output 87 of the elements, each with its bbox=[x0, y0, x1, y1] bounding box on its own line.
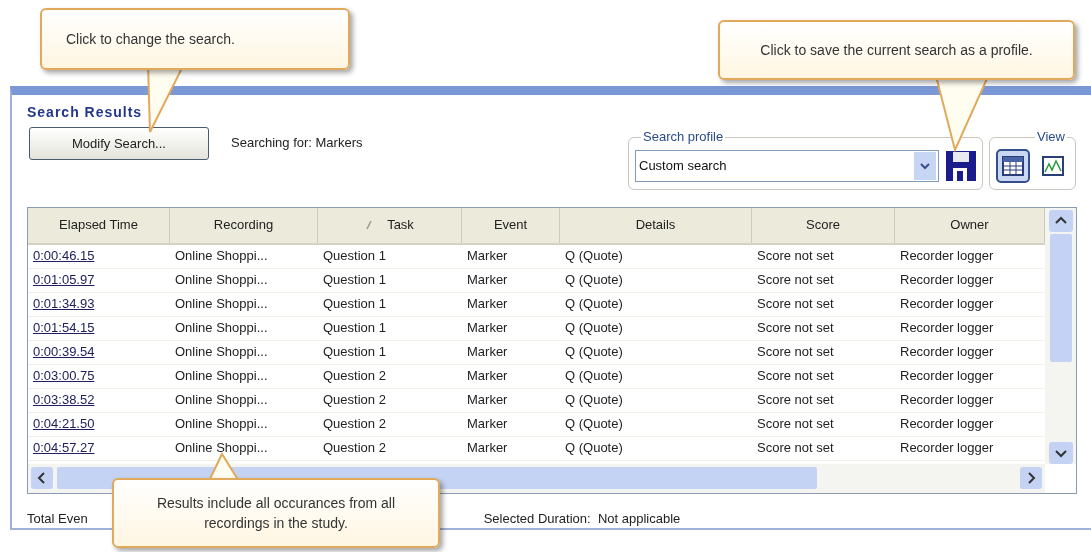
table-cell: Online Shoppi... bbox=[175, 344, 268, 360]
table-cell: Online Shoppi... bbox=[175, 392, 268, 408]
table-cell: Marker bbox=[467, 416, 508, 432]
table-cell: Q (Quote) bbox=[565, 440, 623, 456]
vertical-scrollbar[interactable] bbox=[1045, 207, 1076, 464]
table-cell: Recorder logger bbox=[900, 368, 994, 384]
column-header[interactable]: Details bbox=[560, 207, 752, 243]
table-cell: Online Shoppi... bbox=[175, 368, 268, 384]
table-cell: Question 1 bbox=[323, 248, 386, 264]
scroll-up-button[interactable] bbox=[1048, 209, 1073, 232]
table-cell: Q (Quote) bbox=[565, 296, 623, 312]
table-cell: Question 2 bbox=[323, 368, 386, 384]
modify-search-button[interactable]: Modify Search... bbox=[29, 127, 209, 160]
time-link[interactable]: 0:01:34.93 bbox=[33, 296, 95, 312]
search-status: Searching for: Markers bbox=[231, 134, 363, 152]
scroll-right-button[interactable] bbox=[1020, 467, 1042, 489]
table-cell: Recorder logger bbox=[900, 272, 994, 288]
total-events-label: Total Even bbox=[27, 509, 88, 528]
table-cell: Online Shoppi... bbox=[175, 416, 268, 432]
table-cell: Recorder logger bbox=[900, 416, 994, 432]
line-chart-icon bbox=[1042, 155, 1064, 176]
column-header[interactable]: Elapsed Time bbox=[28, 207, 170, 243]
time-link[interactable]: 0:00:46.15 bbox=[33, 248, 95, 264]
table-cell: Question 1 bbox=[323, 272, 386, 288]
table-cell: Recorder logger bbox=[900, 392, 994, 408]
table-cell: Marker bbox=[467, 344, 508, 360]
table-cell: Score not set bbox=[757, 368, 834, 384]
table-view-button[interactable] bbox=[996, 148, 1030, 183]
callout: Click to change the search. bbox=[40, 8, 350, 70]
table-cell: Marker bbox=[467, 296, 508, 312]
time-link[interactable]: 0:03:38.52 bbox=[33, 392, 95, 408]
table-cell: Online Shoppi... bbox=[175, 248, 268, 264]
table-cell: Question 1 bbox=[323, 344, 386, 360]
callout: Results include all occurances from all recordings in the study. bbox=[112, 478, 440, 548]
table-cell: Question 2 bbox=[323, 440, 386, 456]
table-cell: Score not set bbox=[757, 248, 834, 264]
callout: Click to save the current search as a profile. bbox=[718, 20, 1075, 80]
table-cell: Marker bbox=[467, 248, 508, 264]
time-link[interactable]: 0:03:00.75 bbox=[33, 368, 95, 384]
save-icon[interactable] bbox=[945, 149, 977, 182]
table-cell: Marker bbox=[467, 440, 508, 456]
table-cell: Q (Quote) bbox=[565, 272, 623, 288]
table-cell: Recorder logger bbox=[900, 320, 994, 336]
search-profile-dropdown[interactable]: Custom search bbox=[635, 149, 939, 182]
table-cell: Online Shoppi... bbox=[175, 296, 268, 312]
table-cell: Marker bbox=[467, 272, 508, 288]
scroll-down-button[interactable] bbox=[1048, 441, 1073, 464]
table-cell: Score not set bbox=[757, 344, 834, 360]
table-cell: Question 1 bbox=[323, 320, 386, 336]
time-link[interactable]: 0:01:05.97 bbox=[33, 272, 95, 288]
scroll-left-button[interactable] bbox=[31, 467, 53, 489]
time-link[interactable]: 0:04:21.50 bbox=[33, 416, 95, 432]
panel-title: Search Results bbox=[27, 103, 143, 122]
table-cell: Marker bbox=[467, 368, 508, 384]
table-cell: Q (Quote) bbox=[565, 320, 623, 336]
table-cell: Score not set bbox=[757, 416, 834, 432]
column-header[interactable]: Event bbox=[462, 207, 560, 243]
time-link[interactable]: 0:01:54.15 bbox=[33, 320, 95, 336]
table-cell: Recorder logger bbox=[900, 296, 994, 312]
table-cell: Question 1 bbox=[323, 296, 386, 312]
table-cell: Online Shoppi... bbox=[175, 320, 268, 336]
table-cell: Question 2 bbox=[323, 416, 386, 432]
table-cell: Marker bbox=[467, 320, 508, 336]
table-cell: Score not set bbox=[757, 272, 834, 288]
table-cell: Question 2 bbox=[323, 392, 386, 408]
table-cell: Recorder logger bbox=[900, 248, 994, 264]
table-cell: Q (Quote) bbox=[565, 416, 623, 432]
table-cell: Recorder logger bbox=[900, 344, 994, 360]
selected-duration-label: Selected Duration: Not applicable bbox=[483, 509, 681, 528]
table-cell: Recorder logger bbox=[900, 440, 994, 456]
table-cell: Online Shoppi... bbox=[175, 272, 268, 288]
column-header[interactable]: Recording bbox=[170, 207, 318, 243]
column-header[interactable]: Task bbox=[318, 207, 462, 243]
table-cell: Q (Quote) bbox=[565, 368, 623, 384]
table-cell: Score not set bbox=[757, 392, 834, 408]
table-cell: Q (Quote) bbox=[565, 344, 623, 360]
column-header[interactable]: Score bbox=[752, 207, 895, 243]
time-link[interactable]: 0:00:39.54 bbox=[33, 344, 95, 360]
table-cell: Score not set bbox=[757, 296, 834, 312]
table-cell: Q (Quote) bbox=[565, 392, 623, 408]
table-cell: Marker bbox=[467, 392, 508, 408]
table-cell: Online Shoppi... bbox=[175, 440, 268, 456]
time-link[interactable]: 0:04:57.27 bbox=[33, 440, 95, 456]
grid-icon bbox=[1002, 155, 1024, 176]
table-cell: Score not set bbox=[757, 440, 834, 456]
table-cell: Q (Quote) bbox=[565, 248, 623, 264]
table-cell: Score not set bbox=[757, 320, 834, 336]
